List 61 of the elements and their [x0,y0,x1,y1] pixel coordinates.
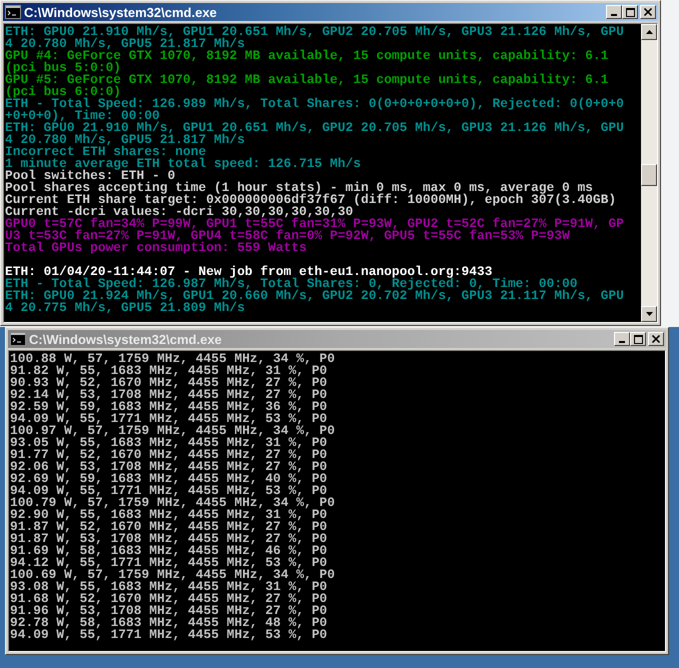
console-line: 91.96 W, 53, 1708 MHz, 4455 MHz, 27 %, P0 [10,603,328,618]
console-line: 91.77 W, 52, 1670 MHz, 4455 MHz, 27 %, P0 [10,447,328,462]
console-line: 92.78 W, 58, 1683 MHz, 4455 MHz, 48 %, P0 [10,615,328,630]
console-line: 90.93 W, 52, 1670 MHz, 4455 MHz, 27 %, P0 [10,375,328,390]
console-line: U3 t=53C fan=27% P=91W, GPU4 t=58C fan=0% P=92W, GPU5 t=55C fan=53% P=93W [5,228,570,243]
scroll-down-button[interactable] [641,306,657,322]
console-line: Total GPUs power consumption: 559 Watts [5,240,307,255]
console-line: (pci bus 6:0:0) [5,84,122,99]
window-title: C:\Windows\system32\cmd.exe [29,332,223,346]
console-line: 94.09 W, 55, 1771 MHz, 4455 MHz, 53 %, P0 [10,411,328,426]
console-line: 94.09 W, 55, 1771 MHz, 4455 MHz, 53 %, P0 [10,627,328,642]
console-line: ETH: GPU0 21.924 Mh/s, GPU1 20.660 Mh/s, GPU2 20.702 Mh/s, GPU3 21.117 Mh/s, GPU [5,288,624,303]
console-line: 1 minute average ETH total speed: 126.715 Mh/s [5,156,361,171]
console-line: 91.69 W, 58, 1683 MHz, 4455 MHz, 46 %, P0 [10,543,328,558]
console-line: 91.87 W, 52, 1670 MHz, 4455 MHz, 27 %, P0 [10,519,328,534]
console-line: 4 20.780 Mh/s, GPU5 21.817 Mh/s [5,132,245,147]
console-line: 92.69 W, 59, 1683 MHz, 4455 MHz, 40 %, P0 [10,471,328,486]
console-line: GPU #5: GeForce GTX 1070, 8192 MB available, 15 compute units, capability: 6.1 [5,72,608,87]
close-icon [644,8,652,16]
console-line: ETH: GPU0 21.910 Mh/s, GPU1 20.651 Mh/s, GPU2 20.705 Mh/s, GPU3 21.126 Mh/s, GPU [5,24,624,39]
console-line: 91.82 W, 55, 1683 MHz, 4455 MHz, 31 %, P0 [10,363,328,378]
console-line: 4 20.780 Mh/s, GPU5 21.817 Mh/s [5,36,245,51]
scroll-up-button[interactable] [641,24,657,40]
console-line: 93.08 W, 55, 1683 MHz, 4455 MHz, 31 %, P0 [10,579,328,594]
console-line: Incorrect ETH shares: none [5,144,206,159]
console-line: GPU0 t=57C fan=34% P=99W, GPU1 t=55C fan=31% P=93W, GPU2 t=52C fan=27% P=91W, GP [5,216,624,231]
console-line: 92.59 W, 59, 1683 MHz, 4455 MHz, 36 %, P0 [10,399,328,414]
console-line: 92.14 W, 53, 1708 MHz, 4455 MHz, 27 %, P0 [10,387,328,402]
console-line: 91.68 W, 52, 1670 MHz, 4455 MHz, 27 %, P0 [10,591,328,606]
window-title: C:\Windows\system32\cmd.exe [24,4,218,20]
down-arrow-icon [646,312,652,316]
maximize-icon [634,334,642,344]
console-line: 100.88 W, 57, 1759 MHz, 4455 MHz, 34 %, P0 [10,351,335,366]
close-icon [652,335,660,343]
console-line: 93.05 W, 55, 1683 MHz, 4455 MHz, 31 %, P0 [10,435,328,450]
console-icon [5,5,21,19]
console-line: 100.79 W, 57, 1759 MHz, 4455 MHz, 34 %, P0 [10,495,335,510]
console-line: ETH: 01/04/20-11:44:07 - New job from eth-eu1.nanopool.org:9433 [5,264,492,279]
console-line: ETH - Total Speed: 126.987 Mh/s, Total Shares: 0, Rejected: 0, Time: 00:00 [5,276,578,291]
console-line: +0+0+0), Time: 00:00 [5,108,160,123]
maximize-button[interactable] [622,5,638,19]
console-line: ETH: GPU0 21.910 Mh/s, GPU1 20.651 Mh/s, GPU2 20.705 Mh/s, GPU3 21.126 Mh/s, GPU [5,120,624,135]
console-line: 94.12 W, 55, 1771 MHz, 4455 MHz, 53 %, P0 [10,555,328,570]
up-arrow-icon [646,30,652,34]
console-line: 92.06 W, 53, 1708 MHz, 4455 MHz, 27 %, P0 [10,459,328,474]
console-line: ETH - Total Speed: 126.989 Mh/s, Total Shares: 0(0+0+0+0+0+0), Rejected: 0(0+0+0 [5,96,624,111]
console-line: (pci bus 5:0:0) [5,60,122,75]
console-line: 4 20.775 Mh/s, GPU5 21.809 Mh/s [5,300,245,315]
console-line: 100.69 W, 57, 1759 MHz, 4455 MHz, 34 %, P0 [10,567,335,582]
close-button[interactable] [640,5,656,19]
console-line: Pool shares accepting time (1 hour stats) - min 0 ms, max 0 ms, average 0 ms [5,180,593,195]
console-line: 92.90 W, 55, 1683 MHz, 4455 MHz, 31 %, P0 [10,507,328,522]
scroll-thumb[interactable] [641,164,657,186]
console-line: 94.09 W, 55, 1771 MHz, 4455 MHz, 53 %, P0 [10,483,328,498]
console-line: GPU #4: GeForce GTX 1070, 8192 MB available, 15 compute units, capability: 6.1 [5,48,608,63]
minimize-button[interactable] [606,5,622,19]
console-line: 100.97 W, 57, 1759 MHz, 4455 MHz, 34 %, P0 [10,423,335,438]
maximize-icon [626,8,634,16]
scroll-bar[interactable] [641,24,657,322]
console-icon [10,332,26,346]
console-line: 91.87 W, 53, 1708 MHz, 4455 MHz, 27 %, P0 [10,531,328,546]
